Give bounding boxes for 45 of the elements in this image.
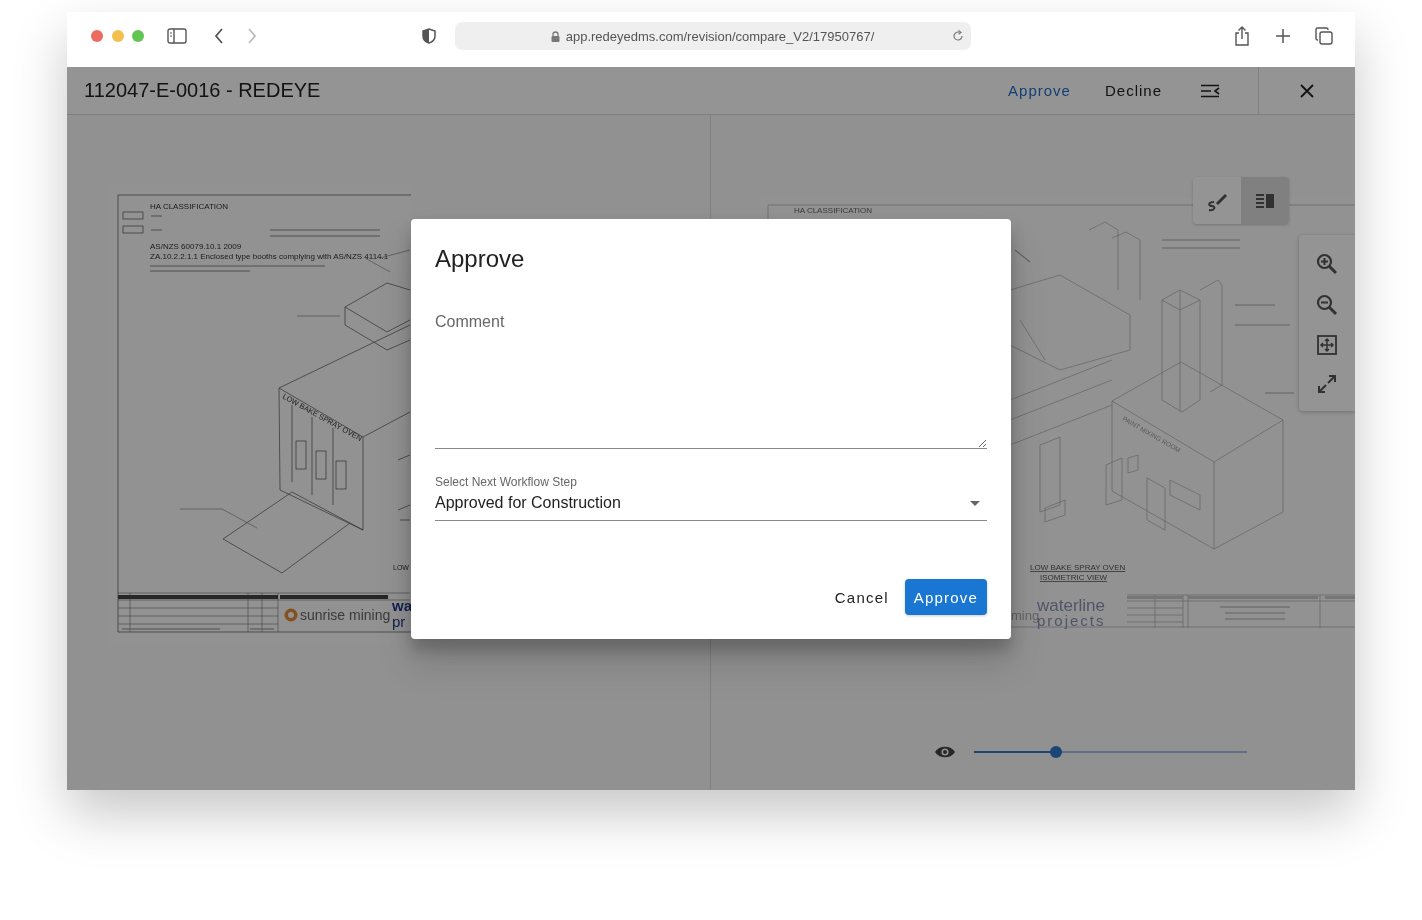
- shield-icon[interactable]: [421, 28, 436, 44]
- logo-text: projects: [1037, 612, 1106, 629]
- logo-text: pr: [392, 613, 406, 630]
- drawing-label: LOW BAKE SPRAY OVEN: [1030, 563, 1126, 572]
- split-view-icon: [1255, 192, 1275, 209]
- annotate-button[interactable]: [1193, 177, 1241, 224]
- logo-text: waterline: [1037, 596, 1106, 615]
- approve-button[interactable]: Approve: [998, 76, 1081, 105]
- fit-screen-icon[interactable]: [1317, 334, 1337, 355]
- eye-icon: [934, 745, 956, 759]
- workflow-step-select[interactable]: Select Next Workflow Step Approved for Construction: [435, 474, 987, 521]
- address-bar[interactable]: app.redeyedms.com/revision/compare_V2/17950767/: [454, 22, 971, 50]
- dialog-title: Approve: [435, 244, 525, 274]
- share-icon[interactable]: [1233, 26, 1250, 46]
- menu-icon[interactable]: [1200, 83, 1220, 98]
- split-view-button[interactable]: [1241, 177, 1289, 224]
- legend-drawing: [122, 211, 163, 234]
- sidebar-icon[interactable]: [166, 28, 187, 44]
- cancel-button[interactable]: Cancel: [826, 579, 897, 615]
- decline-button[interactable]: Decline: [1094, 76, 1172, 105]
- new-tab-icon[interactable]: [1274, 28, 1291, 44]
- approve-button[interactable]: Approve: [904, 579, 987, 615]
- url-text: app.redeyedms.com/revision/compare_V2/17950767/: [565, 28, 875, 44]
- drawing-heading: HA CLASSIFICATION: [150, 202, 229, 211]
- zoom-out-icon[interactable]: [1316, 293, 1338, 316]
- reload-icon[interactable]: [951, 30, 964, 42]
- logo-text: ming: [1011, 608, 1040, 623]
- logo-text: sunrise mining: [300, 607, 391, 623]
- sun-icon: [284, 608, 298, 622]
- logo-text: wa: [392, 597, 412, 614]
- drawing-note: AS/NZS 60079.10.1 2009: [150, 242, 242, 251]
- caret-icon: [970, 501, 980, 506]
- opacity-slider[interactable]: [974, 746, 1247, 758]
- drawing-label: ISOMETRIC VIEW: [1040, 573, 1108, 582]
- lock-icon: [550, 30, 560, 42]
- expand-icon[interactable]: [1317, 373, 1337, 394]
- drawing-heading: HA CLASSIFICATION: [794, 206, 873, 215]
- close-icon[interactable]: [1299, 82, 1315, 99]
- tabs-icon[interactable]: [1314, 27, 1333, 45]
- drawing-note: ZA.10.2.2.1.1 Enclosed type booths complying with AS/NZS 4114.1: [150, 252, 389, 261]
- document-title: 112047-E-0016 - REDEYE: [84, 79, 321, 102]
- zoom-in-icon[interactable]: [1316, 252, 1338, 275]
- slider-thumb[interactable]: [1049, 746, 1062, 758]
- back-icon[interactable]: [213, 28, 224, 44]
- close-window-icon[interactable]: [91, 30, 103, 42]
